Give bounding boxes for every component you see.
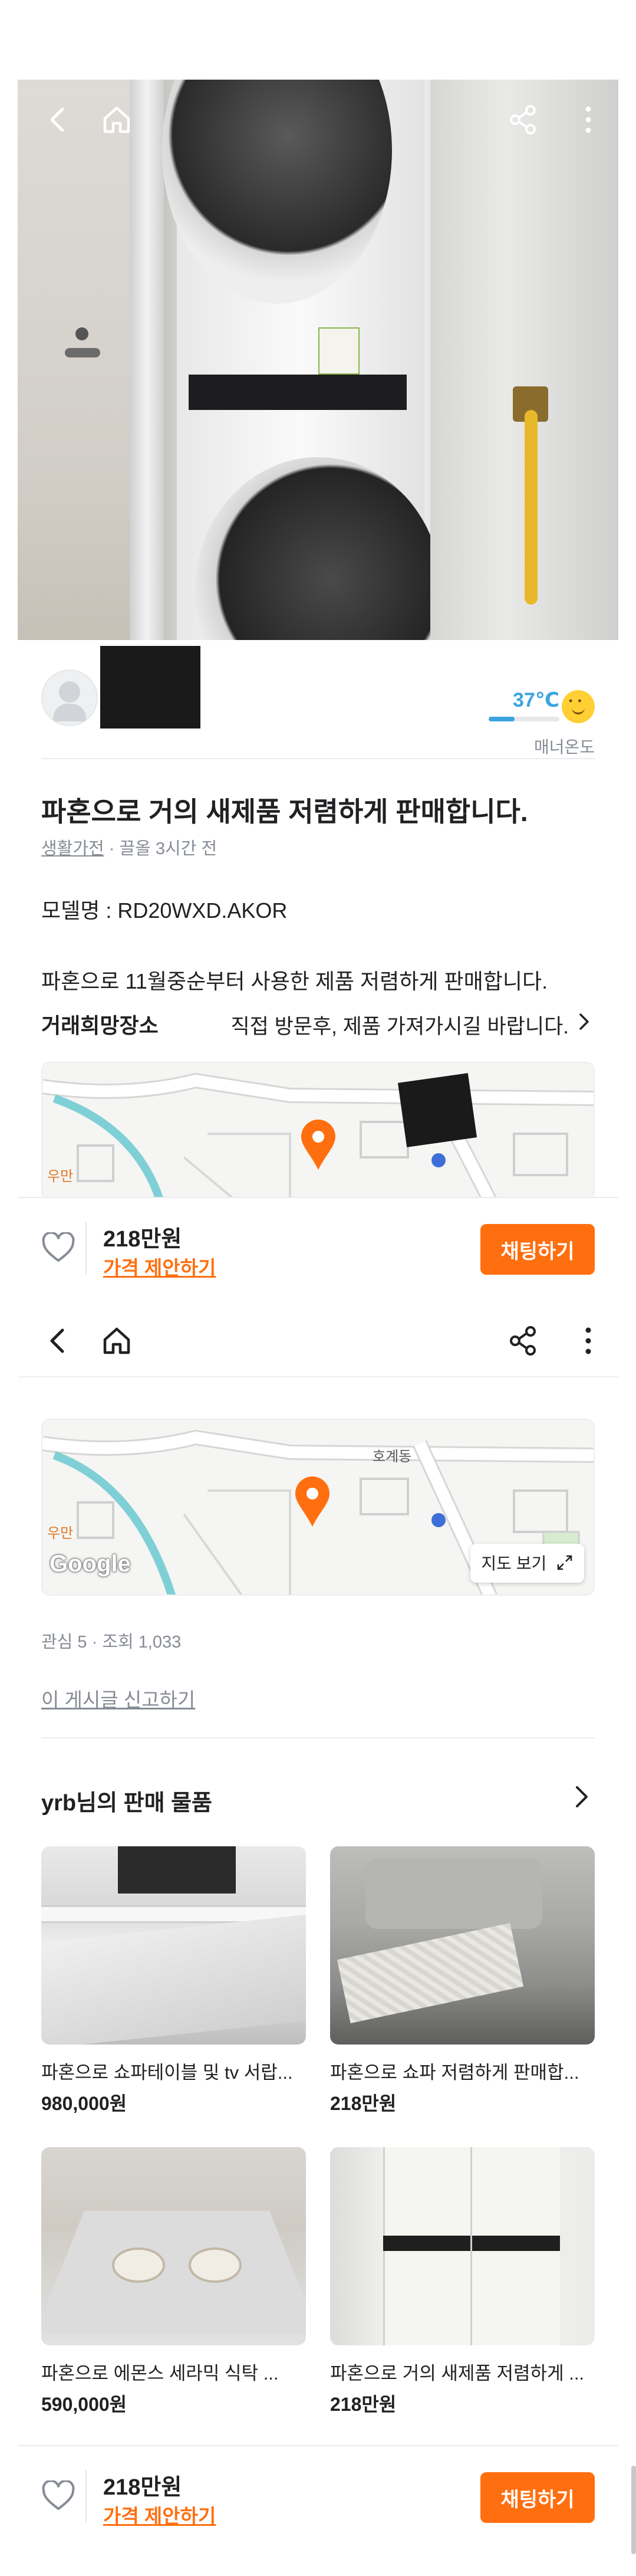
item-name: 파혼으로 에몬스 세라믹 식탁 ...: [41, 2363, 279, 2384]
manner-temperature-bar: [489, 717, 559, 721]
seller-item-card[interactable]: 파혼으로 에몬스 세라믹 식탁 ... 590,000원: [41, 2147, 306, 2417]
product-title: 파혼으로 거의 새제품 저렴하게 판매합니다.: [41, 796, 528, 827]
item-price: 980,000원: [41, 2093, 127, 2114]
map-label-hogye: 호계동: [373, 1449, 412, 1465]
interest-view-stats: 관심 5 · 조회 1,033: [41, 1633, 182, 1652]
more-vertical-icon[interactable]: [572, 103, 605, 136]
product-meta: 생활가전 · 끌올 3시간 전: [41, 835, 217, 859]
location-map-preview[interactable]: 호계동 우만: [41, 1062, 595, 1200]
seller-profile[interactable]: 37℃ 매너온도: [18, 640, 618, 756]
product-detail-screen-top: 37℃ 매너온도 파혼으로 거의 새제품 저렴하게 판매합니다. 생활가전 · …: [18, 80, 618, 1297]
back-arrow-icon[interactable]: [41, 1324, 74, 1357]
item-thumbnail: [41, 1846, 306, 2045]
heart-icon[interactable]: [41, 2480, 75, 2512]
smiley-face-icon: [562, 690, 595, 723]
bumped-time: · 끌올 3시간 전: [104, 839, 218, 858]
avatar[interactable]: [41, 670, 98, 726]
seller-item-card[interactable]: 파혼으로 쇼파테이블 및 tv 서랍... 980,000원: [41, 1846, 306, 2116]
view-map-button[interactable]: 지도 보기: [470, 1544, 584, 1583]
item-thumbnail: [330, 1846, 595, 2045]
chevron-right-icon[interactable]: [569, 1781, 595, 1812]
top-navigation: [18, 1301, 618, 1377]
seller-item-card[interactable]: 파혼으로 거의 새제품 저렴하게 ... 218만원: [330, 2147, 595, 2417]
category-link[interactable]: 생활가전: [41, 839, 104, 858]
seller-item-card[interactable]: 파혼으로 쇼파 저렴하게 판매합... 218만원: [330, 1846, 595, 2116]
price-offer-link[interactable]: 가격 제안하기: [103, 1252, 216, 1281]
divider: [41, 758, 595, 759]
location-pin-icon: [293, 1476, 332, 1528]
price: 218만원: [103, 2475, 182, 2500]
share-icon[interactable]: [507, 1324, 540, 1357]
product-photo[interactable]: [18, 80, 618, 640]
divider: [41, 1737, 595, 1738]
deal-place-label: 거래희망장소: [41, 1013, 159, 1038]
item-name: 파혼으로 쇼파테이블 및 tv 서랍...: [41, 2062, 293, 2083]
manner-temperature: 37℃: [513, 689, 559, 711]
product-detail-screen-bottom: 호계동 우만 Google 지도 보기 관심 5 · 조회 1,033 이 게시…: [18, 1301, 618, 2576]
bottom-action-bar: 218만원 가격 제안하기 채팅하기: [18, 1197, 618, 1297]
home-icon[interactable]: [100, 1324, 133, 1357]
item-price: 218만원: [330, 2093, 397, 2114]
map-label-uman: 우만: [47, 1525, 74, 1541]
deal-place-value: 직접 방문후, 제품 가져가시길 바랍니다.: [230, 1015, 569, 1038]
chat-button[interactable]: 채팅하기: [480, 2472, 595, 2523]
location-pin-icon: [299, 1119, 338, 1171]
location-map[interactable]: 호계동 우만 Google 지도 보기: [41, 1419, 595, 1596]
redacted-map-area: [397, 1073, 477, 1147]
price: 218만원: [103, 1227, 182, 1252]
redacted-seller-name: [100, 646, 200, 729]
chat-button[interactable]: 채팅하기: [480, 1224, 595, 1275]
model-line: 모델명 : RD20WXD.AKOR: [41, 898, 288, 923]
item-price: 590,000원: [41, 2394, 127, 2415]
more-vertical-icon[interactable]: [572, 1324, 605, 1357]
report-post-link[interactable]: 이 게시글 신고하기: [41, 1684, 195, 1712]
view-map-label: 지도 보기: [481, 1554, 547, 1573]
chevron-right-icon: [574, 1010, 595, 1033]
expand-icon: [556, 1554, 574, 1576]
item-name: 파혼으로 거의 새제품 저렴하게 ...: [330, 2363, 585, 2384]
back-arrow-icon[interactable]: [41, 103, 74, 136]
home-icon[interactable]: [100, 103, 133, 136]
seller-items-title[interactable]: yrb님의 판매 물품: [41, 1784, 212, 1817]
item-thumbnail: [330, 2147, 595, 2345]
google-logo: Google: [50, 1551, 131, 1577]
bottom-action-bar: 218만원 가격 제안하기 채팅하기: [18, 2445, 618, 2545]
deal-place-row[interactable]: 거래희망장소 직접 방문후, 제품 가져가시길 바랍니다.: [41, 1009, 595, 1038]
price-offer-link[interactable]: 가격 제안하기: [103, 2500, 216, 2529]
scrollbar[interactable]: [631, 2466, 636, 2554]
share-icon[interactable]: [507, 103, 540, 136]
manner-label: 매너온도: [533, 738, 595, 756]
item-price: 218만원: [330, 2394, 397, 2415]
item-name: 파혼으로 쇼파 저렴하게 판매합...: [330, 2062, 579, 2083]
map-label-uman: 우만: [47, 1169, 74, 1184]
description: 파혼으로 11월중순부터 사용한 제품 저렴하게 판매합니다.: [41, 969, 548, 993]
item-thumbnail: [41, 2147, 306, 2345]
heart-icon[interactable]: [41, 1232, 75, 1264]
